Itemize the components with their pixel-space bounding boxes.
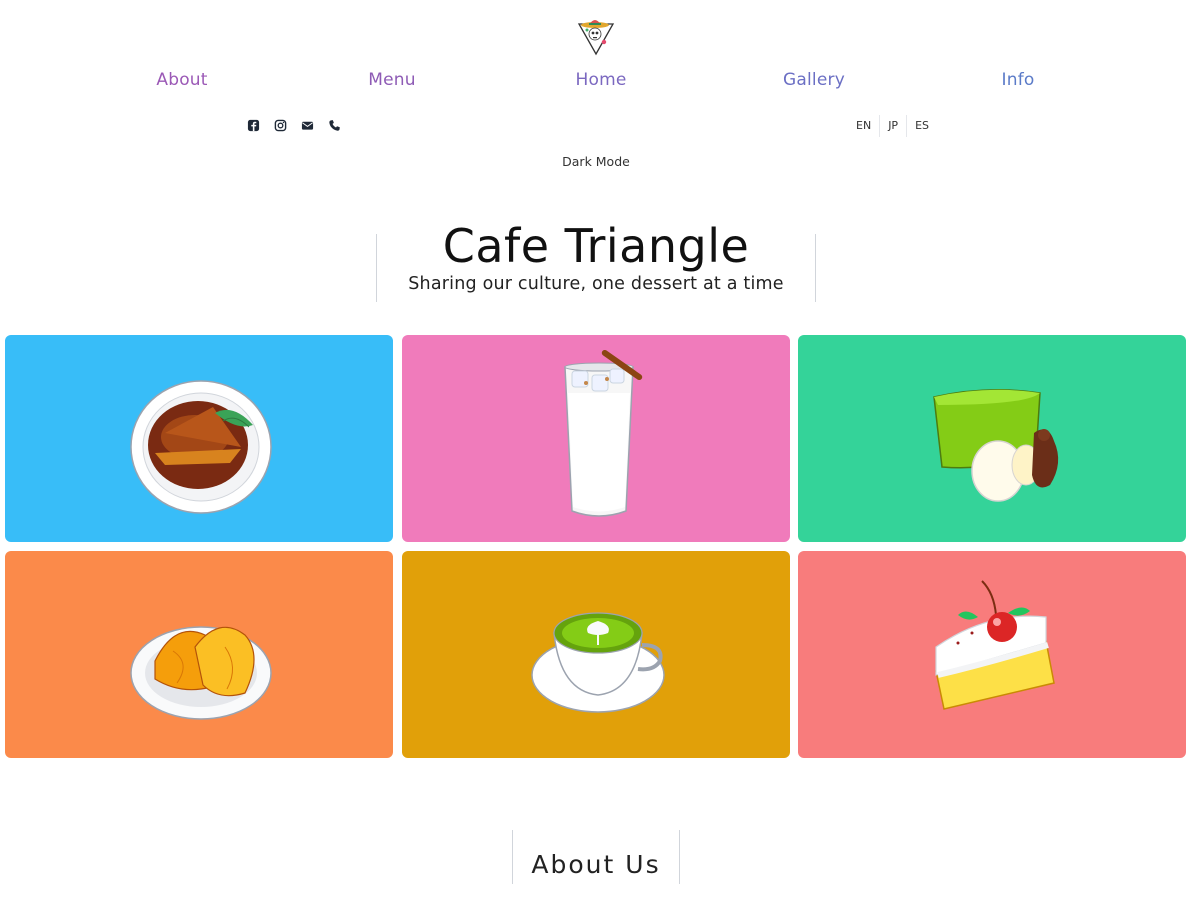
- envelope-icon[interactable]: [301, 119, 314, 132]
- lang-es[interactable]: ES: [907, 115, 937, 137]
- sombrero-skull-triangle-icon: [577, 20, 615, 56]
- nav-info[interactable]: Info: [1002, 70, 1035, 90]
- gallery-card-empanadas[interactable]: [5, 551, 393, 758]
- hero: Cafe Triangle Sharing our culture, one d…: [376, 222, 816, 302]
- tres-leches-cake-icon: [935, 580, 1055, 710]
- about-title: About Us: [531, 850, 661, 879]
- gallery-card-flan[interactable]: [5, 335, 393, 542]
- flan-plate-icon: [130, 380, 272, 514]
- lang-jp[interactable]: JP: [880, 115, 906, 137]
- dark-mode-toggle[interactable]: Dark Mode: [0, 154, 1192, 169]
- dark-mode-label[interactable]: Dark Mode: [562, 154, 630, 169]
- matcha-cake-icon: [933, 389, 1059, 502]
- gallery-card-matcha-cake[interactable]: [798, 335, 1186, 542]
- nav-menu[interactable]: Menu: [368, 70, 415, 90]
- facebook-icon[interactable]: [247, 119, 260, 132]
- matcha-latte-icon: [531, 612, 665, 713]
- about-section-heading: About Us: [512, 830, 680, 884]
- language-switcher: EN JP ES: [848, 115, 937, 137]
- horchata-glass-icon: [564, 349, 643, 517]
- nav-home[interactable]: Home: [575, 70, 626, 90]
- main-nav: About Menu Home Gallery Info: [0, 70, 1192, 94]
- phone-icon[interactable]: [328, 119, 341, 132]
- hero-title: Cafe Triangle: [442, 219, 750, 273]
- hero-subtitle: Sharing our culture, one dessert at a ti…: [408, 274, 784, 294]
- logo[interactable]: [576, 16, 616, 58]
- gallery-card-horchata[interactable]: [402, 335, 790, 542]
- social-links: [247, 117, 341, 133]
- instagram-icon[interactable]: [274, 119, 287, 132]
- nav-about[interactable]: About: [156, 70, 207, 90]
- gallery-card-matcha-latte[interactable]: [402, 551, 790, 758]
- nav-gallery[interactable]: Gallery: [783, 70, 845, 90]
- gallery-card-tres-leches[interactable]: [798, 551, 1186, 758]
- empanada-plate-icon: [130, 626, 272, 720]
- lang-en[interactable]: EN: [848, 115, 879, 137]
